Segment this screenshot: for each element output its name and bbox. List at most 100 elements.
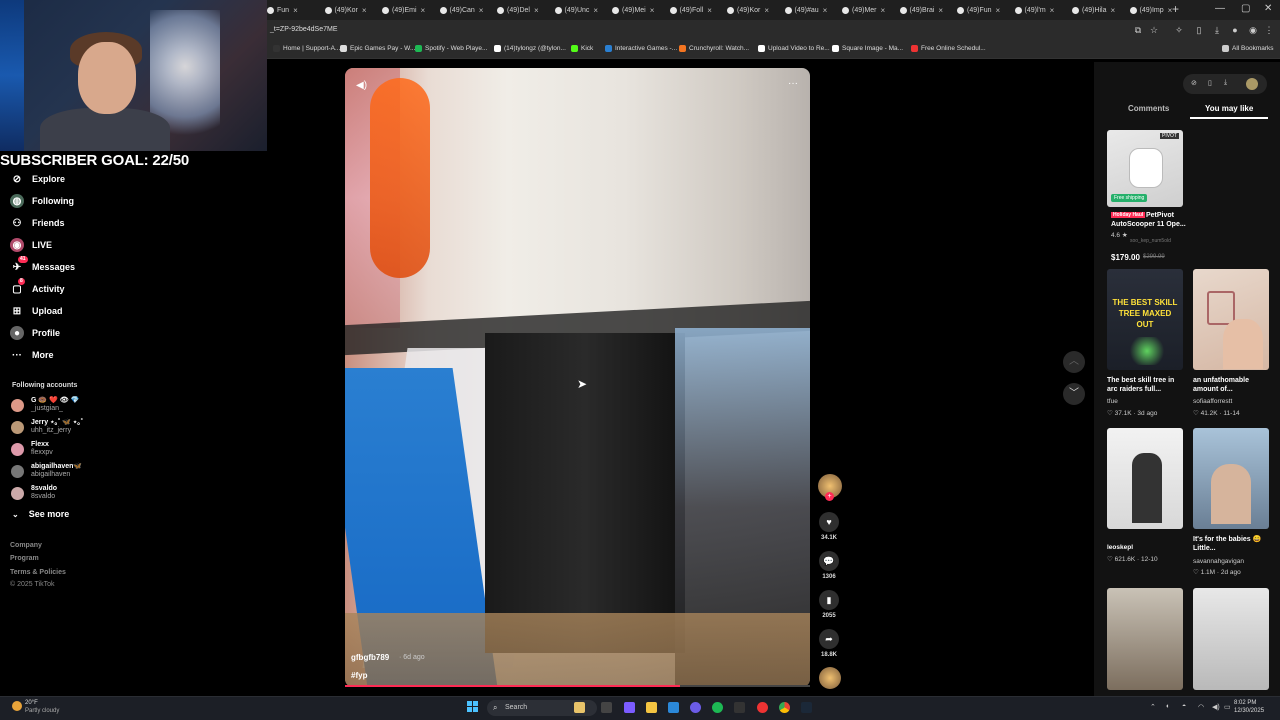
tray-chevron-icon[interactable]: ⌃ — [1150, 703, 1156, 711]
widget-icon[interactable] — [574, 702, 585, 713]
close-tab-icon[interactable]: × — [764, 6, 769, 15]
bookmark-item[interactable]: Home | Support-A... — [273, 45, 340, 52]
download-icon[interactable]: ⤓ — [1212, 25, 1222, 35]
browser-tab[interactable]: (49)Kor × — [324, 3, 380, 18]
browser-tab[interactable]: (49)l'm × — [1014, 3, 1070, 18]
sidebar-item-activity[interactable]: ▢ Activity 8 — [10, 278, 65, 296]
close-tab-icon[interactable]: × — [996, 6, 1001, 15]
product-thumbnail[interactable]: PIVOT Free shipping — [1107, 130, 1183, 207]
download-icon[interactable]: ⤓ — [1224, 79, 1227, 87]
weather-condition[interactable]: Partly cloudy — [25, 708, 59, 714]
bookmark-item[interactable]: Free Online Schedul... — [911, 45, 986, 52]
footer-program[interactable]: Program — [10, 555, 39, 562]
close-tab-icon[interactable]: × — [534, 6, 539, 15]
follow-plus-icon[interactable]: + — [825, 492, 834, 501]
close-tab-icon[interactable]: × — [938, 6, 943, 15]
video-hashtag[interactable]: #fyp — [351, 671, 367, 680]
video-author[interactable]: tfue — [1107, 398, 1118, 405]
product-title[interactable]: PetPivot AutoScooper 11 Ope... — [1111, 211, 1186, 229]
account-icon[interactable]: ● — [1230, 25, 1240, 35]
sidebar-item-profile[interactable]: ● Profile — [10, 326, 60, 340]
bookmark-item[interactable]: Interactive Games -... — [605, 45, 677, 52]
clock-date[interactable]: 12/30/2025 — [1234, 708, 1264, 714]
sidebar-item-friends[interactable]: ⚇ Friends — [10, 216, 65, 230]
star-icon[interactable]: ☆ — [1149, 25, 1159, 35]
bookmark-item[interactable]: Spotify - Web Playe... — [415, 45, 487, 52]
browser-tab[interactable]: (49)Kor × — [727, 3, 782, 18]
video-thumbnail[interactable] — [1193, 428, 1269, 529]
cast-icon[interactable]: ⧉ — [1133, 25, 1143, 35]
volume-icon[interactable]: ◀) — [356, 80, 367, 91]
network-icon[interactable]: ◠ — [1198, 703, 1204, 711]
save-button[interactable]: ▮ 2055 — [817, 590, 841, 619]
discord-icon[interactable] — [690, 702, 701, 713]
video-title[interactable]: an unfathomable amount of... — [1193, 376, 1263, 394]
all-bookmarks[interactable]: All Bookmarks — [1222, 45, 1274, 52]
footer-company[interactable]: Company — [10, 542, 42, 549]
video-author[interactable]: sofiaafforrestt — [1193, 398, 1232, 405]
sidebar-item-more[interactable]: ··· More — [10, 348, 54, 362]
user-avatar[interactable] — [1246, 78, 1258, 90]
see-more-button[interactable]: ⌄ See more — [12, 509, 69, 519]
video-thumbnail[interactable]: THE BEST SKILL TREE MAXED OUT — [1107, 269, 1183, 370]
close-tab-icon[interactable]: × — [650, 6, 655, 15]
extensions-icon[interactable]: ✧ — [1174, 25, 1184, 35]
task-view-icon[interactable] — [601, 702, 612, 713]
minimize-icon[interactable]: — — [1215, 3, 1225, 14]
following-account[interactable]: abigailhaven🦋 abigailhaven — [11, 463, 82, 479]
footer-terms[interactable]: Terms & Policies — [10, 569, 66, 576]
bookmark-item[interactable]: Crunchyroll: Watch... — [679, 45, 749, 52]
close-tab-icon[interactable]: × — [1111, 6, 1116, 15]
previous-video-icon[interactable]: ︿ — [1063, 351, 1085, 373]
video-thumbnail[interactable] — [1193, 588, 1269, 690]
close-tab-icon[interactable]: × — [823, 6, 828, 15]
browser-tab[interactable]: (49)Hila × — [1072, 3, 1127, 18]
browser-tab[interactable]: (49)Can × — [439, 3, 495, 18]
file-explorer-icon[interactable] — [646, 702, 657, 713]
close-tab-icon[interactable]: × — [362, 6, 367, 15]
windows-start-icon[interactable] — [467, 701, 479, 713]
video-thumbnail[interactable] — [1193, 269, 1269, 370]
following-account[interactable]: 8svaldo 8svaldo — [11, 485, 57, 501]
browser-tab[interactable]: (49)Brai × — [899, 3, 955, 18]
bookmark-item[interactable]: Epic Games Pay - W... — [340, 45, 415, 52]
video-author[interactable]: leoskepl — [1107, 544, 1133, 551]
close-window-icon[interactable]: ✕ — [1264, 3, 1272, 14]
close-tab-icon[interactable]: × — [881, 6, 886, 15]
close-tab-icon[interactable]: × — [421, 6, 426, 15]
new-tab-button[interactable]: + — [1172, 2, 1179, 16]
close-tab-icon[interactable]: × — [1050, 6, 1055, 15]
tab-you-may-like[interactable]: You may like — [1205, 104, 1253, 113]
bookmark-item[interactable]: Square Image - Ma... — [832, 45, 903, 52]
volume-icon[interactable]: ◀) — [1212, 703, 1220, 711]
compass-icon[interactable]: ⊘ — [1191, 79, 1197, 87]
browser-tab[interactable]: (49)Unc × — [554, 3, 610, 18]
video-title[interactable]: The best skill tree in arc raiders full.… — [1107, 376, 1177, 394]
browser-tab[interactable]: (49)Mer × — [842, 3, 897, 18]
browser-tab[interactable]: (49)Fun × — [957, 3, 1012, 18]
battery-icon[interactable]: ▭ — [1224, 703, 1231, 711]
video-progress-bar[interactable] — [345, 685, 810, 687]
sidebar-item-live[interactable]: ◉ LIVE — [10, 238, 52, 252]
following-account[interactable]: Flexx flexxpv — [11, 441, 53, 457]
video-author[interactable]: gfbgfb789 — [351, 653, 389, 662]
browser-tab[interactable]: Fun × — [267, 3, 322, 18]
close-tab-icon[interactable]: × — [293, 6, 298, 15]
menu-icon[interactable]: ⋮ — [1264, 25, 1274, 35]
close-tab-icon[interactable]: × — [593, 6, 598, 15]
video-title[interactable]: It's for the babies 😄 Little... — [1193, 535, 1263, 553]
browser-tab[interactable]: (49)Mei × — [612, 3, 667, 18]
sidebar-item-explore[interactable]: ⊘ Explore — [10, 172, 65, 186]
browser-tab[interactable]: (49)Emi × — [382, 3, 437, 18]
tray-app-icon[interactable]: ◐ — [1166, 703, 1170, 710]
bookmark-item[interactable]: Upload Video to Re... — [758, 45, 830, 52]
sidebar-item-upload[interactable]: ⊞ Upload — [10, 304, 63, 318]
url-field[interactable]: _t=ZP-92be4dSe7ME — [270, 26, 338, 33]
share-button[interactable]: ➦ 18.8K — [817, 629, 841, 658]
following-account[interactable]: G 🍩 ❤️ 👁 💎 _justgian_ — [11, 397, 79, 413]
comment-button[interactable]: 💬 1306 — [817, 551, 841, 580]
steam-icon[interactable] — [801, 702, 812, 713]
like-button[interactable]: ♥ 34.1K — [817, 512, 841, 541]
bookmark-item[interactable]: Kick — [571, 45, 593, 52]
sidebar-item-following[interactable]: ◍ Following — [10, 194, 74, 208]
